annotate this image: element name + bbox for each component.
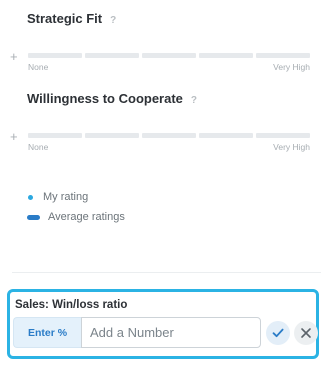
check-icon — [272, 328, 284, 338]
confirm-button[interactable] — [266, 321, 290, 345]
cancel-button[interactable] — [294, 321, 318, 345]
field-label: Sales: Win/loss ratio — [15, 299, 128, 311]
scale-max-label: Very High — [273, 142, 310, 152]
legend-average-ratings: Average ratings — [27, 211, 125, 223]
scale-max-label: Very High — [273, 62, 310, 72]
rating-segment[interactable] — [28, 133, 82, 138]
rating-segment[interactable] — [256, 133, 310, 138]
rating-segment[interactable] — [199, 133, 253, 138]
legend-my-rating: My rating — [27, 191, 88, 203]
rating-segment[interactable] — [85, 133, 139, 138]
rating-scale[interactable] — [28, 53, 310, 58]
rating-title-text: Willingness to Cooperate — [27, 91, 183, 106]
rating-segment[interactable] — [85, 53, 139, 58]
divider — [12, 272, 321, 273]
rating-segment[interactable] — [199, 53, 253, 58]
plus-icon[interactable]: + — [10, 130, 18, 143]
rating-segment[interactable] — [142, 53, 196, 58]
average-ratings-pill-icon — [27, 214, 40, 220]
rating-segment[interactable] — [28, 53, 82, 58]
my-rating-dot-icon — [28, 194, 33, 200]
input-prefix: Enter % — [13, 317, 81, 348]
rating-scale[interactable] — [28, 133, 310, 138]
scale-min-label: None — [28, 62, 49, 72]
help-icon[interactable]: ? — [191, 95, 197, 106]
rating-segment[interactable] — [142, 133, 196, 138]
close-icon — [301, 328, 311, 338]
rating-segment[interactable] — [256, 53, 310, 58]
rating-title: Willingness to Cooperate? — [27, 91, 197, 106]
rating-title: Strategic Fit? — [27, 11, 116, 26]
legend-average-ratings-label: Average ratings — [48, 211, 125, 223]
scale-min-label: None — [28, 142, 49, 152]
help-icon[interactable]: ? — [110, 15, 116, 26]
legend-my-rating-label: My rating — [43, 191, 89, 203]
plus-icon[interactable]: + — [10, 50, 18, 63]
number-input[interactable] — [81, 317, 261, 348]
rating-title-text: Strategic Fit — [27, 11, 103, 26]
